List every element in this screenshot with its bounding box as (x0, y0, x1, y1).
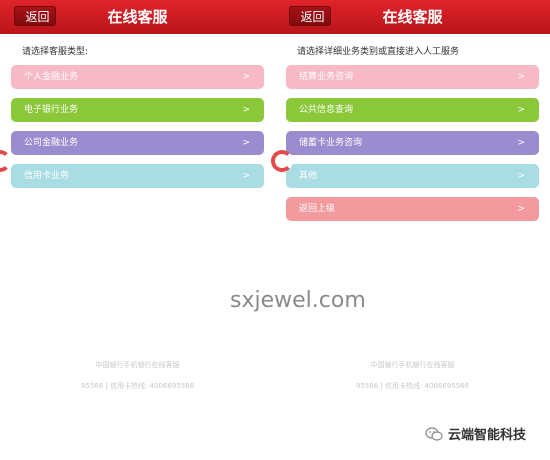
menu-item-label: 个人金融业务 (24, 72, 79, 82)
menu-item-label: 其他 (299, 171, 318, 181)
chevron-right-icon: > (517, 204, 525, 214)
menu-item-label: 储蓄卡业务咨询 (299, 138, 363, 148)
menu-item-e-banking[interactable]: 电子银行业务 > (11, 98, 264, 122)
menu-item-public-info[interactable]: 公共信息查询 > (286, 98, 539, 122)
chevron-right-icon: > (242, 72, 250, 82)
wechat-icon (425, 426, 443, 441)
hint-text: 请选择客服类型: (22, 47, 89, 57)
menu-item-label: 电子银行业务 (24, 105, 79, 115)
brand-logo: 云端智能科技 (425, 423, 526, 443)
lifebuoy-icon (271, 150, 293, 172)
watermark-text: sxjewel.com (230, 288, 366, 313)
chevron-right-icon: > (242, 138, 250, 148)
menu-item-label: 信用卡业务 (24, 171, 70, 181)
lifebuoy-icon (0, 150, 11, 172)
menu-item-go-up[interactable]: 返回上级 > (286, 197, 539, 221)
chevron-right-icon: > (517, 138, 525, 148)
back-button[interactable]: 返回 (14, 6, 56, 26)
menu-item-label: 返回上级 (299, 204, 336, 214)
menu-item-personal-finance[interactable]: 个人金融业务 > (11, 65, 264, 89)
menu-item-label: 结算业务咨询 (299, 72, 354, 82)
chevron-right-icon: > (517, 72, 525, 82)
back-button[interactable]: 返回 (289, 6, 331, 26)
right-screen: 返回 在线客服 请选择详细业务类别或直接进入人工服务 结算业务咨询 > 公共信息… (271, 0, 550, 460)
hint-text: 请选择详细业务类别或直接进入人工服务 (297, 47, 460, 57)
chevron-right-icon: > (242, 105, 250, 115)
footer-service-name: 中国银行手机银行在线客服 (95, 361, 180, 369)
menu-item-settlement[interactable]: 结算业务咨询 > (286, 65, 539, 89)
menu-item-other[interactable]: 其他 > (286, 164, 539, 188)
footer-hotline: 95566 | 信用卡热线: 4006695566 (80, 382, 195, 390)
menu-item-credit-card[interactable]: 信用卡业务 > (11, 164, 264, 188)
chevron-right-icon: > (242, 171, 250, 181)
menu-item-corporate-finance[interactable]: 公司金融业务 > (11, 131, 264, 155)
menu-item-label: 公司金融业务 (24, 138, 79, 148)
footer-service-name: 中国银行手机银行在线客服 (370, 361, 455, 369)
menu-item-debit-card[interactable]: 储蓄卡业务咨询 > (286, 131, 539, 155)
chevron-right-icon: > (517, 105, 525, 115)
menu-item-label: 公共信息查询 (299, 105, 354, 115)
chevron-right-icon: > (517, 171, 525, 181)
left-screen: 返回 在线客服 请选择客服类型: 个人金融业务 > 电子银行业务 > 公司金融业… (0, 0, 275, 460)
footer-hotline: 95566 | 信用卡热线: 4006695566 (355, 382, 470, 390)
brand-name: 云端智能科技 (448, 427, 527, 443)
